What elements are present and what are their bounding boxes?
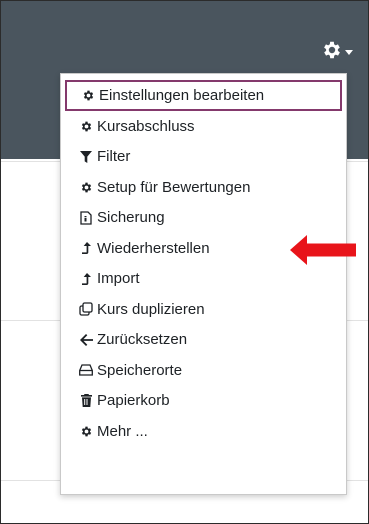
gear-icon [79, 119, 93, 133]
gear-icon [81, 89, 95, 103]
menu-item-label: Einstellungen bearbeiten [99, 87, 265, 104]
menu-item-label: Sicherung [97, 209, 165, 227]
menu-item-edit-settings[interactable]: Einstellungen bearbeiten [65, 80, 342, 111]
gear-icon [79, 424, 93, 438]
menu-item-label: Mehr ... [97, 422, 148, 440]
trash-icon [79, 394, 93, 408]
menu-item-label: Setup für Bewertungen [97, 178, 251, 196]
menu-item-label: Kurs duplizieren [97, 300, 205, 318]
level-up-icon [79, 241, 93, 255]
settings-menu-toggle[interactable] [321, 38, 353, 62]
copy-icon [79, 302, 93, 316]
menu-item-filter[interactable]: Filter [61, 142, 346, 173]
menu-item-label: Speicherorte [97, 361, 183, 379]
menu-item-reset[interactable]: Zurücksetzen [61, 325, 346, 356]
backup-file-icon [79, 211, 93, 225]
menu-item-label: Kursabschluss [97, 117, 195, 135]
caret-down-icon [345, 49, 353, 55]
gear-icon [79, 180, 93, 194]
arrow-left-icon [79, 333, 93, 347]
menu-item-label: Filter [97, 148, 131, 166]
menu-item-grading-setup[interactable]: Setup für Bewertungen [61, 172, 346, 203]
menu-item-label: Wiederherstellen [97, 239, 210, 257]
menu-item-recycle-bin[interactable]: Papierkorb [61, 386, 346, 417]
red-arrow-icon [290, 235, 356, 265]
course-settings-dropdown: Einstellungen bearbeiten Kursabschluss F… [60, 73, 347, 495]
menu-item-import[interactable]: Import [61, 264, 346, 295]
menu-item-storage-locations[interactable]: Speicherorte [61, 355, 346, 386]
filter-icon [79, 150, 93, 164]
menu-item-label: Papierkorb [97, 392, 170, 410]
menu-item-label: Import [97, 270, 140, 288]
menu-item-backup[interactable]: Sicherung [61, 203, 346, 234]
hard-drive-icon [79, 363, 93, 377]
menu-item-course-completion[interactable]: Kursabschluss [61, 111, 346, 142]
menu-item-duplicate-course[interactable]: Kurs duplizieren [61, 294, 346, 325]
level-up-icon [79, 272, 93, 286]
gear-icon [321, 39, 343, 61]
menu-item-label: Zurücksetzen [97, 331, 188, 349]
menu-item-more[interactable]: Mehr ... [61, 416, 346, 447]
